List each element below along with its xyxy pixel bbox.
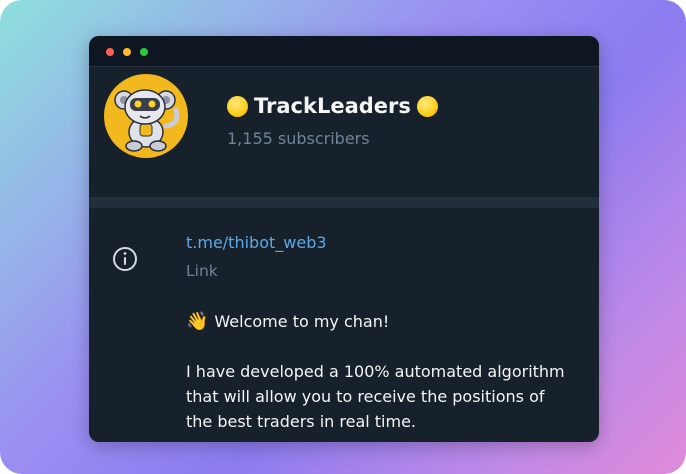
link-caption: Link bbox=[186, 262, 218, 280]
minimize-window-button[interactable] bbox=[123, 48, 131, 56]
description-greeting-line: 👋 Welcome to my chan! bbox=[186, 309, 586, 334]
description-line: I have developed a 100% automated algori… bbox=[186, 362, 565, 381]
window-titlebar bbox=[89, 36, 599, 67]
description-line: the best traders in real time. bbox=[186, 412, 417, 431]
channel-title: TrackLeaders bbox=[227, 92, 438, 120]
info-icon bbox=[113, 247, 137, 271]
channel-avatar[interactable] bbox=[104, 74, 188, 158]
robot-mascot-icon bbox=[114, 89, 180, 152]
yellow-circle-icon bbox=[416, 95, 438, 117]
channel-description: 👋 Welcome to my chan! I have developed a … bbox=[186, 309, 586, 434]
channel-info-window: TrackLeaders 1,155 subscribers t.me/thib… bbox=[89, 36, 599, 442]
channel-title-text: TrackLeaders bbox=[254, 94, 411, 118]
yellow-circle-icon bbox=[227, 95, 248, 117]
maximize-window-button[interactable] bbox=[140, 48, 148, 56]
close-window-button[interactable] bbox=[106, 48, 114, 56]
description-line: that will allow you to receive the posit… bbox=[186, 387, 545, 406]
waving-hand-icon: 👋 bbox=[186, 311, 209, 332]
description-spacer bbox=[186, 334, 586, 359]
section-divider bbox=[89, 197, 599, 208]
subscriber-count: 1,155 subscribers bbox=[227, 129, 370, 148]
description-greeting: Welcome to my chan! bbox=[214, 312, 390, 331]
channel-link[interactable]: t.me/thibot_web3 bbox=[186, 233, 327, 252]
